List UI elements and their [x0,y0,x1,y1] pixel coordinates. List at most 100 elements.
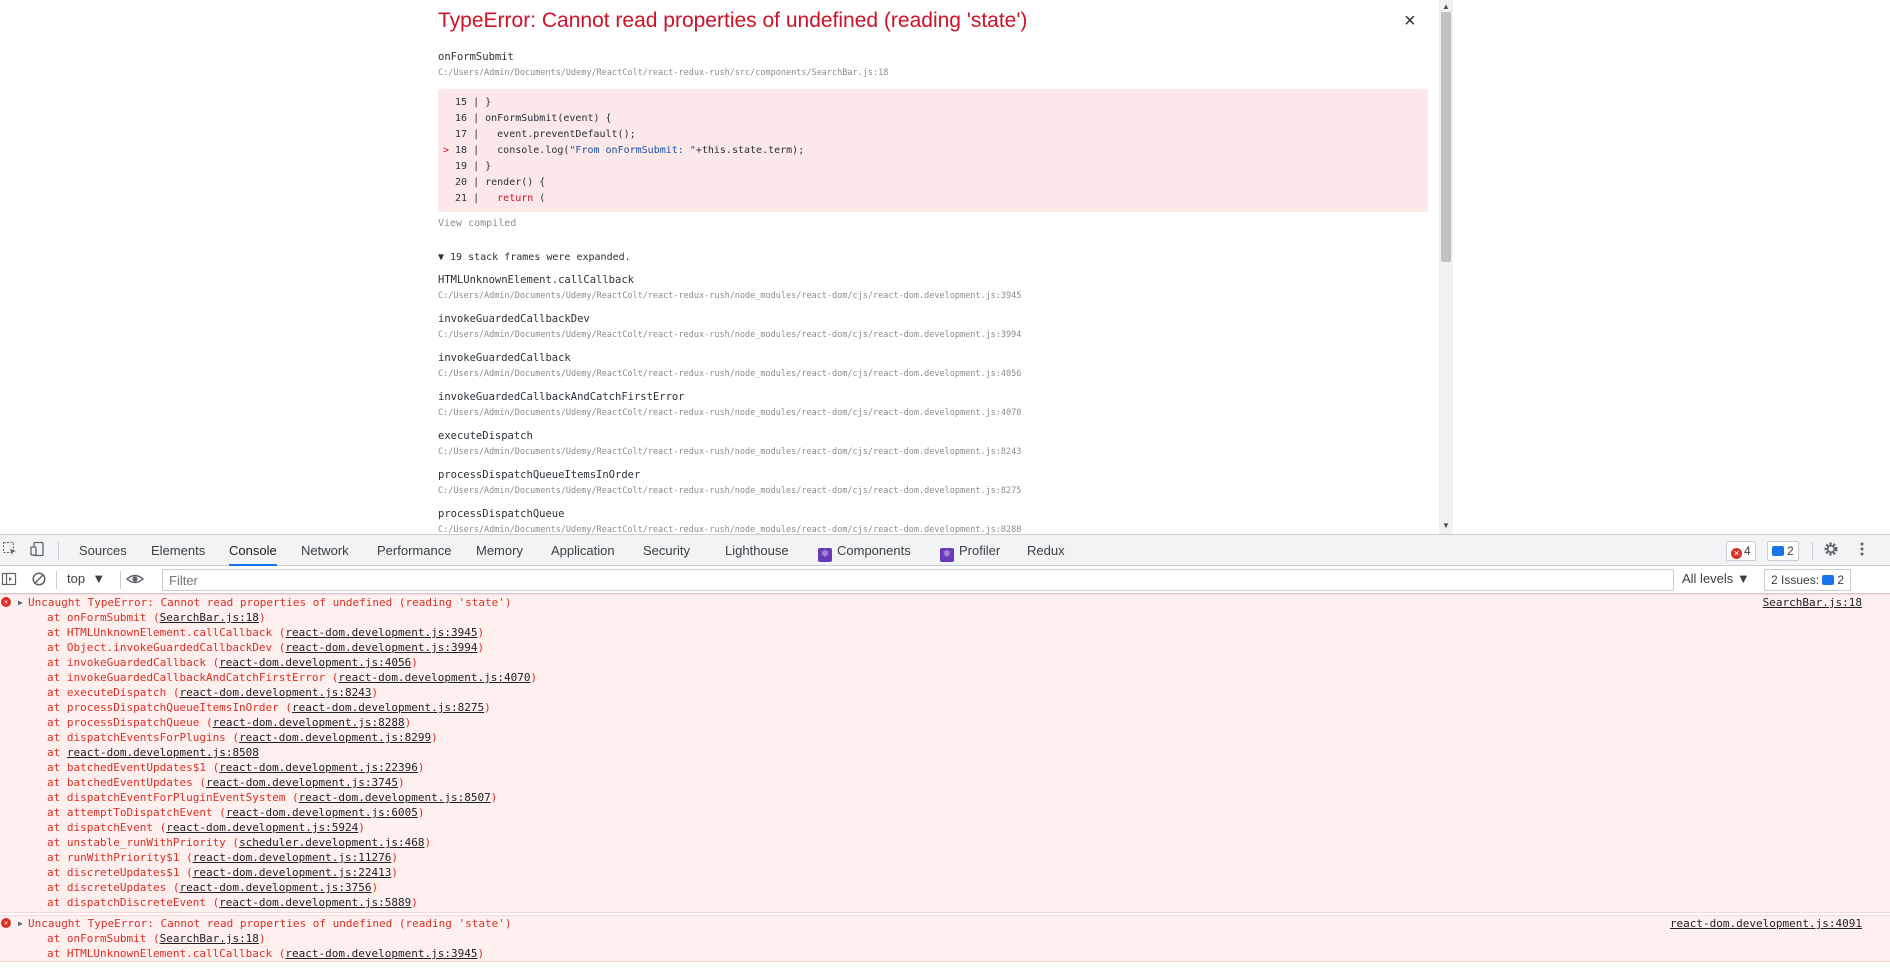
stack-frame-name: processDispatchQueueItemsInOrder [438,469,641,481]
error-function-path[interactable]: C:/Users/Admin/Documents/Udemy/ReactColt… [438,68,888,78]
device-toggle-icon[interactable] [29,541,47,559]
tab-memory[interactable]: Memory [476,535,523,566]
code-line-highlighted: >18 | console.log("From onFormSubmit: "+… [443,145,805,156]
clear-console-icon[interactable] [30,571,48,589]
context-value: top [67,571,86,586]
stack-frame[interactable]: HTMLUnknownElement.callCallback C:/Users… [438,274,1428,301]
stack-link[interactable]: react-dom.development.js:4056 [219,656,411,669]
kebab-icon[interactable] [1853,541,1871,559]
stack-link[interactable]: react-dom.development.js:3994 [285,641,477,654]
tab-lighthouse[interactable]: Lighthouse [725,535,789,566]
context-select[interactable]: top ▼ [67,571,105,586]
stack-trace-line: at processDispatchQueueItemsInOrder (rea… [47,701,491,714]
filter-input[interactable] [162,569,1674,591]
stack-link[interactable]: react-dom.development.js:6005 [226,806,418,819]
tab-network[interactable]: Network [301,535,349,566]
stack-link[interactable]: react-dom.development.js:8299 [239,731,431,744]
gear-icon[interactable] [1822,541,1840,559]
issues-label: 2 Issues: [1771,573,1820,587]
stack-frame[interactable]: invokeGuardedCallbackDev C:/Users/Admin/… [438,313,1428,340]
stack-frame[interactable]: executeDispatch C:/Users/Admin/Documents… [438,430,1428,457]
stack-frame[interactable]: processDispatchQueue C:/Users/Admin/Docu… [438,508,1428,534]
chevron-down-icon: ▼ [92,571,106,586]
stack-link[interactable]: react-dom.development.js:8288 [213,716,405,729]
stack-frame[interactable]: invokeGuardedCallbackAndCatchFirstError … [438,391,1428,418]
stack-link[interactable]: react-dom.development.js:5924 [166,821,358,834]
stack-frame-path: C:/Users/Admin/Documents/Udemy/ReactColt… [438,330,1022,340]
toolbar-divider [58,542,59,560]
tab-security[interactable]: Security [643,535,690,566]
toolbar-divider [56,571,57,589]
console-error-header[interactable]: ✕ ▶ Uncaught TypeError: Cannot read prop… [0,595,1890,610]
stack-link[interactable]: react-dom.development.js:3945 [285,626,477,639]
console-toolbar: top ▼ All levels ▼ 2 Issues: 2 [0,566,1890,594]
scrollbar-thumb[interactable] [1441,12,1451,262]
stack-frame-name: processDispatchQueue [438,508,565,520]
stack-frame-name: invokeGuardedCallback [438,352,571,364]
tab-elements[interactable]: Elements [151,535,205,566]
stack-link[interactable]: react-dom.development.js:8507 [299,791,491,804]
tab-console[interactable]: Console [229,535,277,566]
scroll-down-icon[interactable]: ▼ [1442,521,1450,530]
expand-triangle-icon[interactable]: ▶ [18,916,23,931]
stack-link[interactable]: react-dom.development.js:3745 [206,776,398,789]
error-source-link[interactable]: react-dom.development.js:4091 [1670,916,1862,931]
toolbar-divider [1812,542,1813,560]
stack-link[interactable]: react-dom.development.js:5889 [219,896,411,909]
stack-link[interactable]: react-dom.development.js:8243 [179,686,371,699]
code-snippet: 15 | } 16 | onFormSubmit(event) { 17 | e… [438,89,1428,212]
stack-link[interactable]: react-dom.development.js:22396 [219,761,418,774]
tab-performance[interactable]: Performance [377,535,451,566]
error-count-badge[interactable]: ✕ 4 [1726,541,1756,561]
inspect-icon[interactable] [1,541,19,559]
stack-frame-name: HTMLUnknownElement.callCallback [438,274,634,286]
stack-frame[interactable]: processDispatchQueueItemsInOrder C:/User… [438,469,1428,496]
stack-trace-line: at processDispatchQueue (react-dom.devel… [47,716,412,729]
stack-trace-line: at onFormSubmit (SearchBar.js:18) [47,611,266,624]
stack-link[interactable]: SearchBar.js:18 [160,611,259,624]
stack-link[interactable]: react-dom.development.js:8508 [67,746,259,759]
sidebar-icon[interactable] [0,571,18,589]
stack-trace-line: at runWithPriority$1 (react-dom.developm… [47,851,399,864]
console-error-header[interactable]: ✕ ▶ Uncaught TypeError: Cannot read prop… [0,916,1890,931]
stack-link[interactable]: react-dom.development.js:8275 [292,701,484,714]
log-levels-select[interactable]: All levels ▼ [1682,571,1750,586]
stack-trace-line: at invokeGuardedCallbackAndCatchFirstErr… [47,671,538,684]
tab-application[interactable]: Application [551,535,615,566]
stack-frame-path: C:/Users/Admin/Documents/Udemy/ReactColt… [438,369,1022,379]
stack-trace-line: at HTMLUnknownElement.callCallback (reac… [47,626,485,639]
expand-triangle-icon[interactable]: ▶ [18,595,23,610]
chevron-down-icon: ▼ [1736,571,1750,586]
react-icon: ⚛ [940,548,954,562]
stack-link[interactable]: react-dom.development.js:11276 [193,851,392,864]
stack-link[interactable]: react-dom.development.js:3945 [285,947,477,960]
stack-trace-line: at onFormSubmit (SearchBar.js:18) [47,932,266,945]
stack-link[interactable]: scheduler.development.js:468 [239,836,424,849]
stack-frame[interactable]: invokeGuardedCallback C:/Users/Admin/Doc… [438,352,1428,379]
stack-trace-line: at invokeGuardedCallback (react-dom.deve… [47,656,418,669]
code-line: 15 | } [455,97,492,108]
issues-button[interactable]: 2 Issues: 2 [1764,569,1852,591]
tab-components[interactable]: ⚛ Components [818,535,911,566]
stack-trace-line: at Object.invokeGuardedCallbackDev (reac… [47,641,485,654]
tab-profiler[interactable]: ⚛ Profiler [940,535,1000,566]
tab-label: Profiler [959,543,1001,558]
tab-redux[interactable]: Redux [1027,535,1065,566]
stack-link[interactable]: react-dom.development.js:3756 [179,881,371,894]
stack-link[interactable]: react-dom.development.js:4070 [338,671,530,684]
stack-frames-toggle[interactable]: ▼ 19 stack frames were expanded. [438,252,631,263]
stack-frame-name: invokeGuardedCallbackDev [438,313,590,325]
stack-link[interactable]: react-dom.development.js:22413 [193,866,392,879]
view-compiled-link[interactable]: View compiled [438,218,516,229]
stack-frame-path: C:/Users/Admin/Documents/Udemy/ReactColt… [438,408,1022,418]
message-count-badge[interactable]: 2 [1767,541,1799,561]
stack-frame-path: C:/Users/Admin/Documents/Udemy/ReactColt… [438,447,1022,457]
stack-trace-line: at dispatchEventsForPlugins (react-dom.d… [47,731,438,744]
eye-icon[interactable] [125,571,145,589]
scroll-up-icon[interactable]: ▲ [1442,2,1450,11]
tab-sources[interactable]: Sources [79,535,127,566]
close-icon[interactable]: × [1404,10,1416,32]
stack-link[interactable]: SearchBar.js:18 [160,932,259,945]
overlay-scrollbar[interactable]: ▲ ▼ [1439,0,1453,534]
error-source-link[interactable]: SearchBar.js:18 [1763,595,1862,610]
